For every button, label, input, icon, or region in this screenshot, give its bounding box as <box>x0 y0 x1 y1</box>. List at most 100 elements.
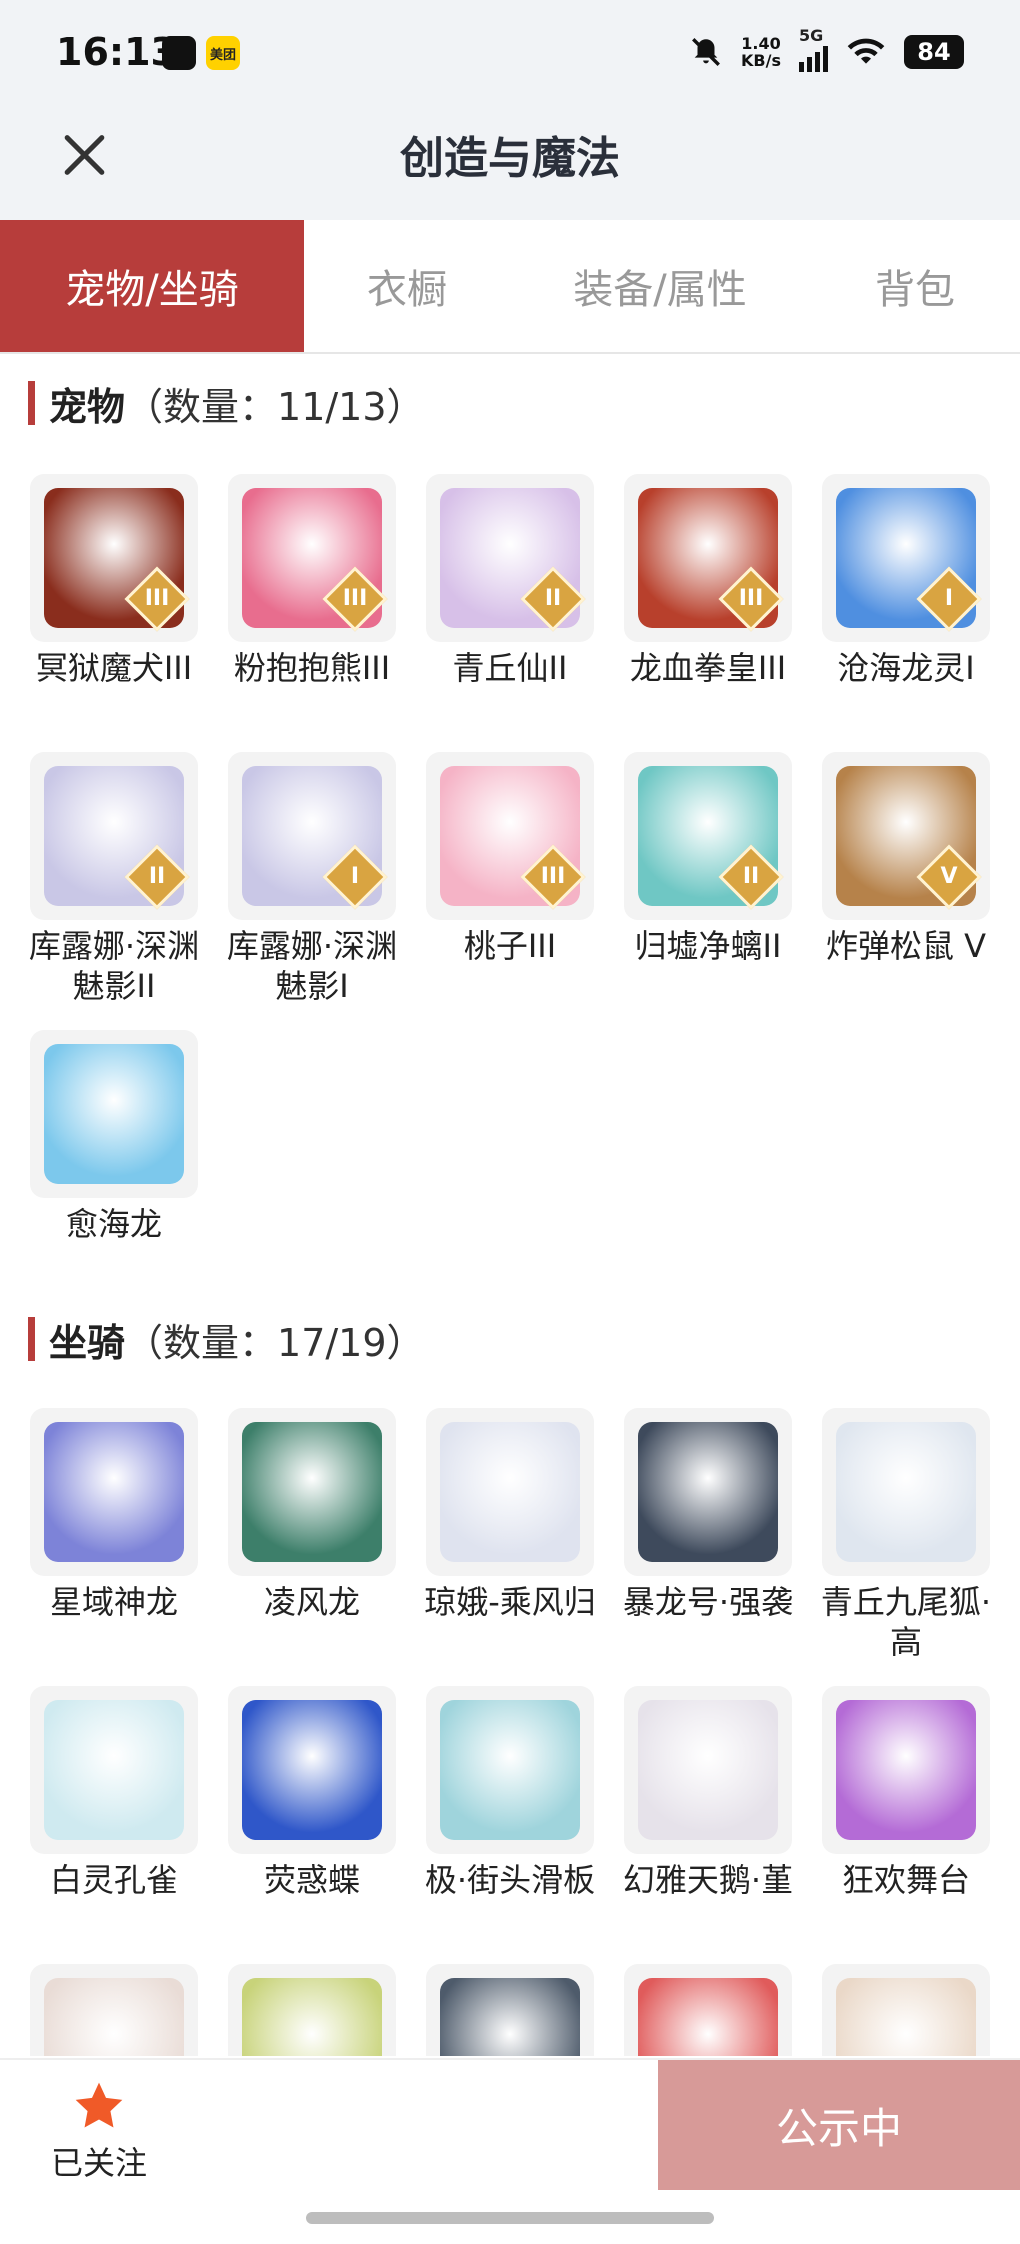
pets-section-title: 宠物 （数量：11/13） <box>28 378 425 429</box>
star-icon <box>75 2082 123 2128</box>
mounts-item[interactable] <box>424 1964 596 2056</box>
pets-item[interactable]: V 炸弹松鼠 V <box>820 752 992 966</box>
pets-item[interactable]: III 龙血拳皇III <box>622 474 794 688</box>
pets-item[interactable]: II 库露娜·深渊魅影II <box>28 752 200 1006</box>
pets-item[interactable]: II 青丘仙II <box>424 474 596 688</box>
pets-name: 库露娜·深渊魅影I <box>226 927 398 1005</box>
mounts-image <box>836 1978 976 2056</box>
mounts-thumbnail <box>822 1964 990 2056</box>
mounts-image <box>440 1422 580 1562</box>
tab-backpack[interactable]: 背包 <box>810 220 1020 352</box>
mounts-name: 荧惑蝶 <box>263 1861 360 1899</box>
mounts-item[interactable] <box>226 1964 398 2056</box>
mounts-name: 狂欢舞台 <box>841 1861 970 1899</box>
section-accent-bar <box>28 381 35 425</box>
tab-equipment[interactable]: 装备/属性 <box>510 220 810 352</box>
mounts-thumbnail <box>426 1408 594 1576</box>
mounts-thumbnail <box>426 1964 594 2056</box>
pets-item[interactable]: I 沧海龙灵I <box>820 474 992 688</box>
mounts-name: 琼娥-乘风归 <box>424 1583 596 1621</box>
mounts-item[interactable]: 琼娥-乘风归 <box>424 1408 596 1622</box>
publish-status-button[interactable]: 公示中 <box>658 2060 1020 2190</box>
top-area: 16:13 美团 1.40 KB/s 5G 84 创造与魔法 <box>0 0 1020 220</box>
header: 创造与魔法 <box>0 110 1020 220</box>
tab-bar: 宠物/坐骑 衣橱 装备/属性 背包 <box>0 220 1020 354</box>
mounts-name: 幻雅天鹅·堇 <box>622 1861 794 1899</box>
mounts-name: 暴龙号·强袭 <box>622 1583 794 1621</box>
pets-thumbnail <box>30 1030 198 1198</box>
pets-name: 粉抱抱熊III <box>233 649 391 687</box>
mounts-item[interactable]: 极·街头滑板 <box>424 1686 596 1900</box>
mounts-thumbnail <box>30 1686 198 1854</box>
pets-count: （数量：11/13） <box>125 384 425 429</box>
mounts-item[interactable]: 幻雅天鹅·堇 <box>622 1686 794 1900</box>
pets-thumbnail: III <box>228 474 396 642</box>
pets-item[interactable]: II 归墟净螭II <box>622 752 794 966</box>
tier-badge-label: III <box>144 586 170 611</box>
mute-bell-icon <box>692 38 720 66</box>
bottom-bar: 已关注 公示中 <box>0 2058 1020 2190</box>
mounts-item[interactable]: 星域神龙 <box>28 1408 200 1622</box>
mounts-image <box>638 1700 778 1840</box>
tier-badge-label: I <box>350 864 360 889</box>
wifi-icon <box>847 38 885 64</box>
mounts-item[interactable] <box>622 1964 794 2056</box>
pets-name: 库露娜·深渊魅影II <box>28 927 200 1005</box>
mounts-thumbnail <box>822 1408 990 1576</box>
section-accent-bar <box>28 1317 35 1361</box>
cell-signal-icon: 5G <box>799 26 828 72</box>
mounts-image <box>638 1422 778 1562</box>
mounts-image <box>836 1700 976 1840</box>
mounts-item[interactable]: 荧惑蝶 <box>226 1686 398 1900</box>
mounts-thumbnail <box>30 1964 198 2056</box>
mounts-image <box>638 1978 778 2056</box>
pets-thumbnail: III <box>30 474 198 642</box>
tab-wardrobe[interactable]: 衣橱 <box>304 220 510 352</box>
mounts-item[interactable]: 凌风龙 <box>226 1408 398 1622</box>
mounts-image <box>836 1422 976 1562</box>
tier-badge-label: V <box>940 864 958 889</box>
tier-badge-label: II <box>544 586 562 611</box>
mounts-image <box>44 1422 184 1562</box>
meituan-icon: 美团 <box>206 36 240 70</box>
pets-thumbnail: III <box>624 474 792 642</box>
mounts-section-title: 坐骑 （数量：17/19） <box>28 1314 425 1365</box>
mounts-name: 白灵孔雀 <box>49 1861 178 1899</box>
mounts-thumbnail <box>624 1408 792 1576</box>
status-time: 16:13 <box>56 30 177 74</box>
battery-icon: 84 <box>904 35 964 69</box>
mounts-name: 凌风龙 <box>263 1583 360 1621</box>
mounts-item[interactable]: 狂欢舞台 <box>820 1686 992 1900</box>
pets-name: 炸弹松鼠 V <box>825 927 987 965</box>
pets-name: 桃子III <box>463 927 557 965</box>
tier-badge-label: III <box>342 586 368 611</box>
pets-item[interactable]: III 冥狱魔犬III <box>28 474 200 688</box>
tab-pets-mounts[interactable]: 宠物/坐骑 <box>0 220 304 352</box>
pets-item[interactable]: I 库露娜·深渊魅影I <box>226 752 398 1006</box>
pets-thumbnail: I <box>228 752 396 920</box>
pets-name: 沧海龙灵I <box>837 649 975 687</box>
pets-thumbnail: I <box>822 474 990 642</box>
pets-item[interactable]: III 粉抱抱熊III <box>226 474 398 688</box>
mounts-item[interactable]: 暴龙号·强袭 <box>622 1408 794 1622</box>
pets-name: 归墟净螭II <box>634 927 782 965</box>
pets-image <box>44 1044 184 1184</box>
mounts-item[interactable] <box>28 1964 200 2056</box>
mounts-item[interactable]: 白灵孔雀 <box>28 1686 200 1900</box>
mounts-thumbnail <box>426 1686 594 1854</box>
mounts-image <box>440 1700 580 1840</box>
pets-item[interactable]: 愈海龙 <box>28 1030 200 1244</box>
mounts-title: 坐骑 <box>49 1320 126 1365</box>
mounts-name: 极·街头滑板 <box>424 1861 596 1899</box>
mounts-item[interactable]: 青丘九尾狐·高 <box>820 1408 992 1662</box>
pets-title: 宠物 <box>49 384 126 429</box>
content: 宠物 （数量：11/13） III 冥狱魔犬III III 粉抱抱熊III II 青丘仙I… <box>0 356 1020 2056</box>
pets-item[interactable]: III 桃子III <box>424 752 596 966</box>
mounts-image <box>44 1978 184 2056</box>
status-right: 1.40 KB/s 5G 84 <box>689 26 964 72</box>
tier-badge-label: I <box>944 586 954 611</box>
mounts-item[interactable] <box>820 1964 992 2056</box>
mounts-count: （数量：17/19） <box>125 1320 425 1365</box>
mounts-image <box>242 1978 382 2056</box>
follow-button[interactable]: 已关注 <box>44 2078 154 2184</box>
